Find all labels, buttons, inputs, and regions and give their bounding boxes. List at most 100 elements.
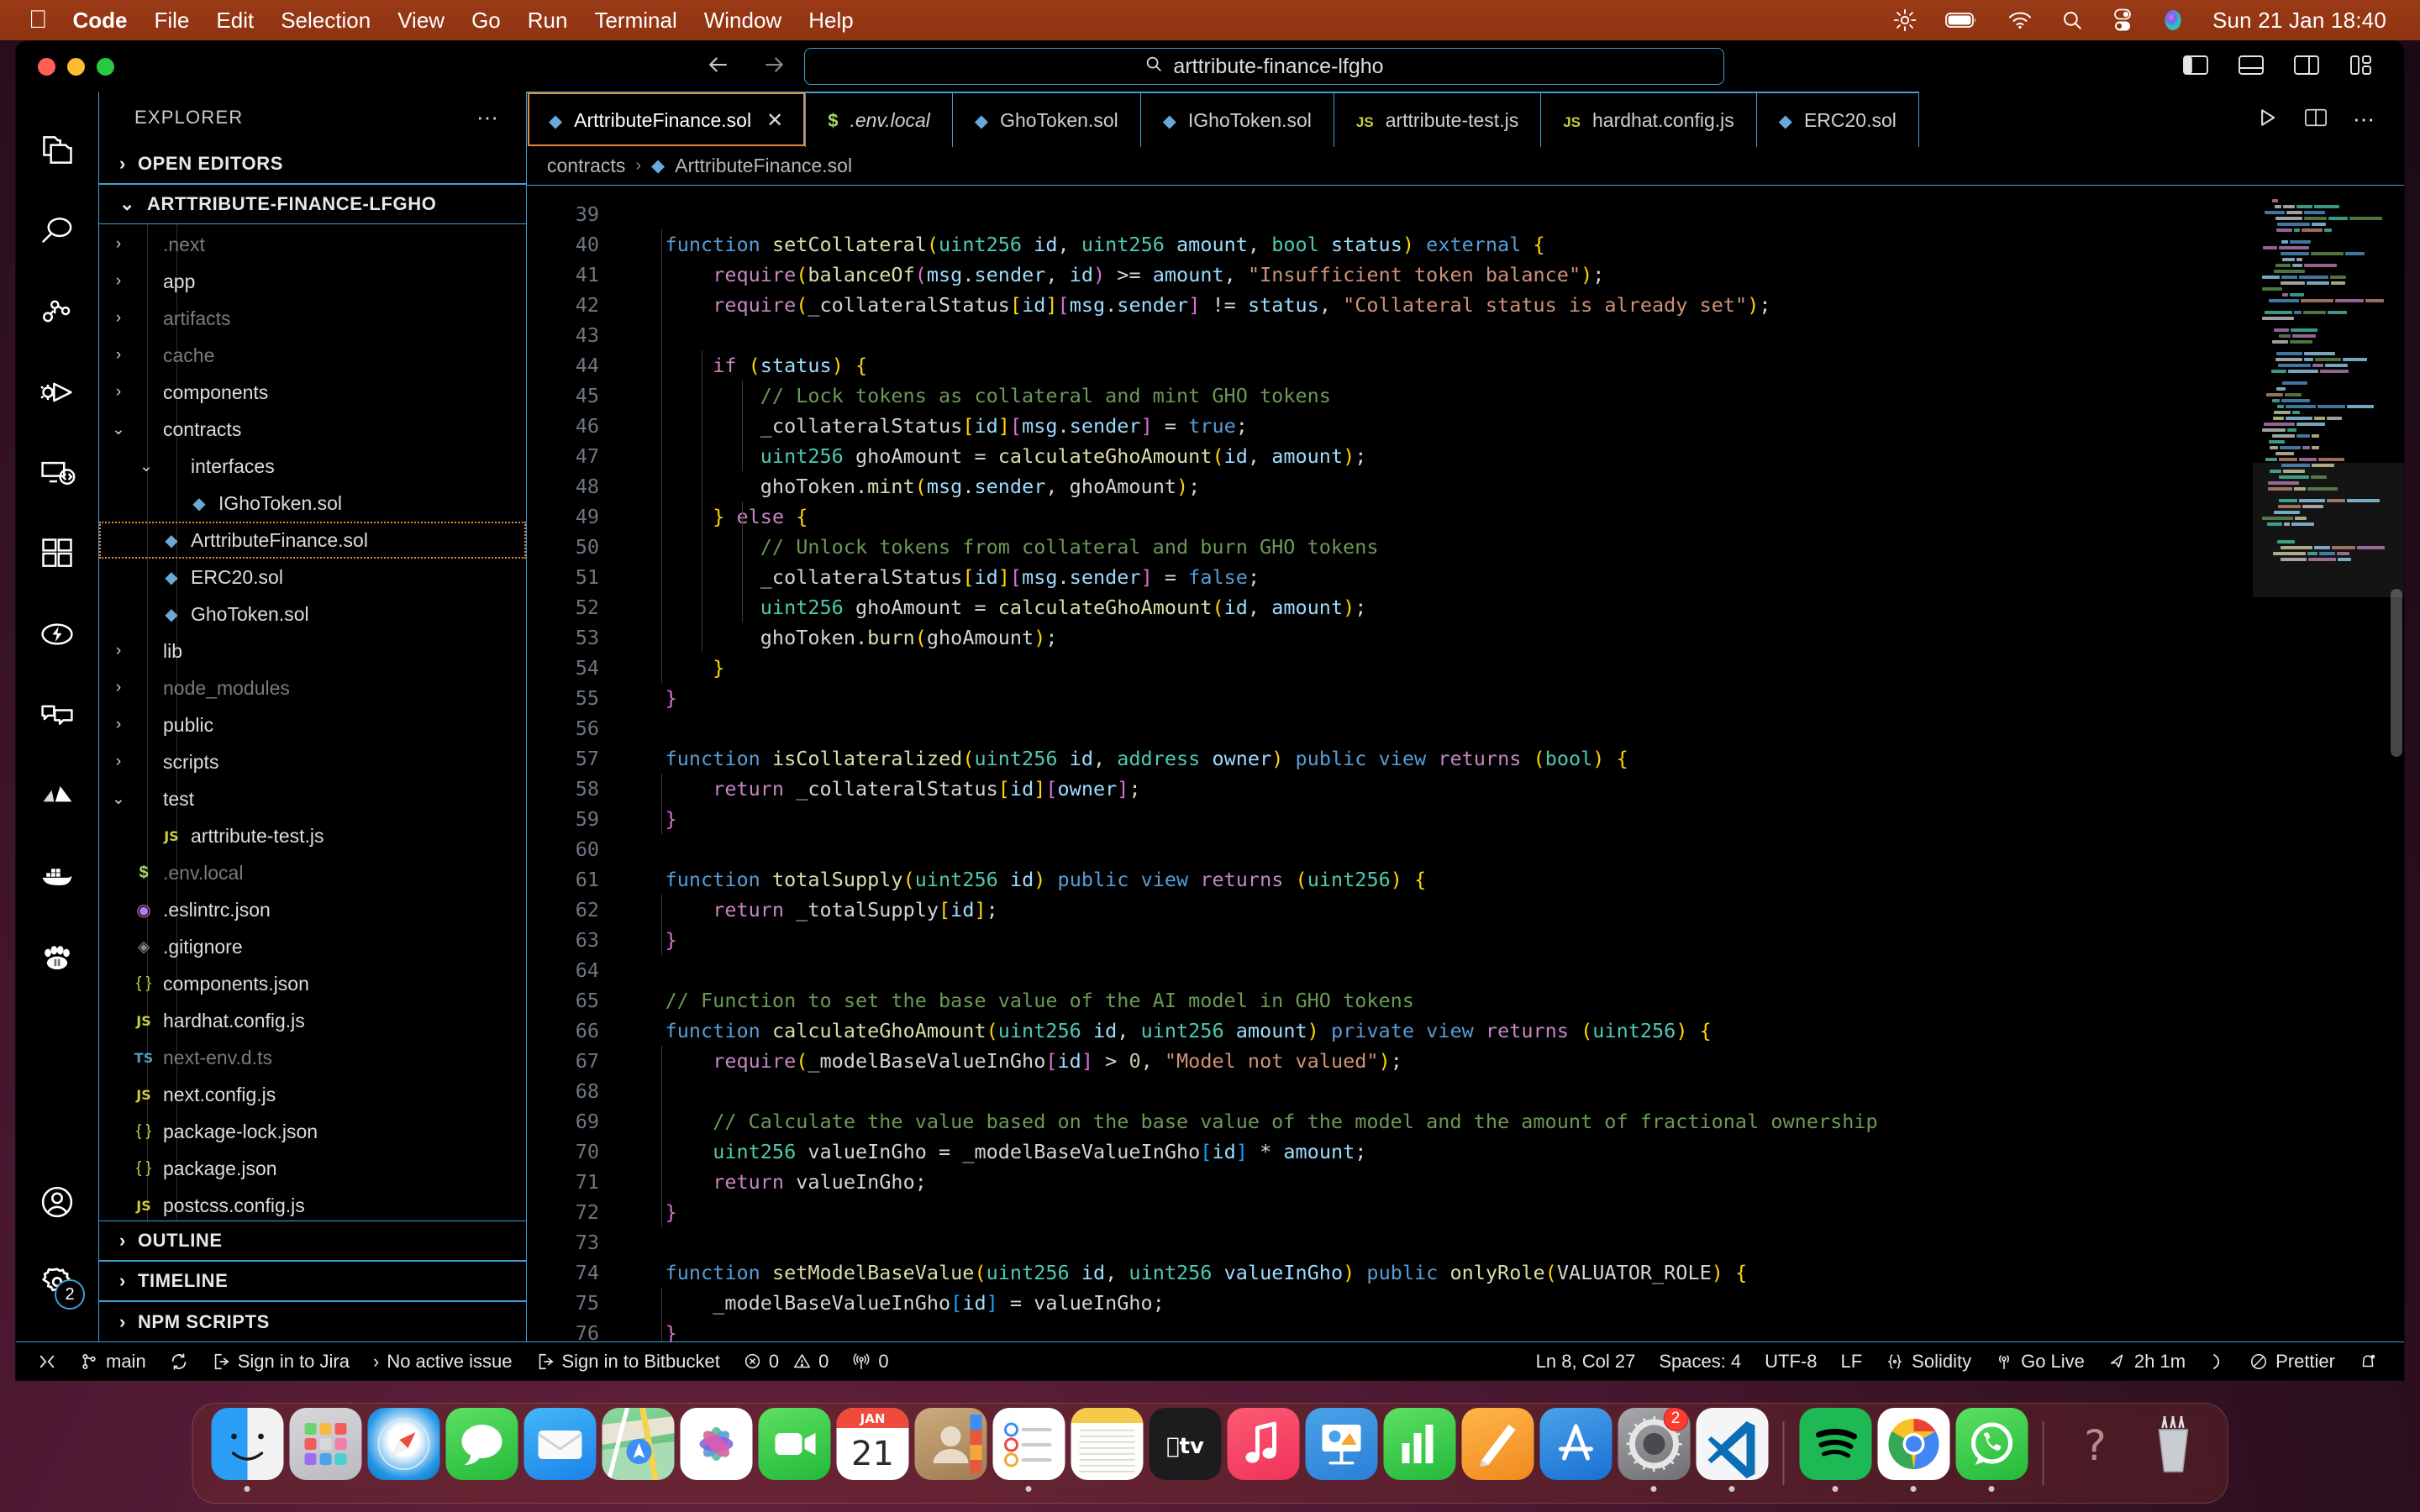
dock-item-safari[interactable]: [365, 1408, 443, 1499]
wifi-icon[interactable]: [2007, 10, 2033, 30]
code-line[interactable]: 56: [527, 713, 2253, 743]
code-line[interactable]: 53 ghoToken.burn(ghoAmount);: [527, 622, 2253, 653]
section-open-editors[interactable]: › OPEN EDITORS: [99, 144, 526, 184]
tree-file-erc20-sol[interactable]: ◆ ERC20.sol: [99, 559, 526, 596]
menu-item-file[interactable]: File: [155, 8, 190, 34]
dock-item-chrome[interactable]: [1875, 1408, 1953, 1499]
breadcrumb-file[interactable]: ArttributeFinance.sol: [675, 155, 852, 177]
section-timeline[interactable]: › TIMELINE: [99, 1261, 526, 1301]
editor-tab-hardhat-config-js[interactable]: JS hardhat.config.js: [1541, 92, 1757, 147]
settings-gear-icon[interactable]: 2: [16, 1242, 98, 1323]
maximize-button[interactable]: [97, 57, 114, 76]
battery-icon[interactable]: [1945, 11, 1979, 29]
status-eol[interactable]: LF: [1828, 1351, 1874, 1373]
menu-item-selection[interactable]: Selection: [281, 8, 371, 34]
code-line[interactable]: 63 }: [527, 925, 2253, 955]
calendar-icon[interactable]: JAN 21: [836, 1408, 908, 1480]
tree-file-package-lock-json[interactable]: { } package-lock.json: [99, 1113, 526, 1150]
dock-item-photos[interactable]: [677, 1408, 755, 1499]
window-controls[interactable]: [38, 57, 114, 76]
vscode-icon[interactable]: [1696, 1408, 1768, 1480]
dock-item-unknown-app[interactable]: ?: [2056, 1408, 2134, 1499]
trash-icon[interactable]: [2137, 1408, 2209, 1480]
menu-item-code[interactable]: Code: [73, 8, 128, 34]
status-language-mode[interactable]: Solidity: [1874, 1351, 1983, 1373]
close-button[interactable]: [38, 57, 55, 76]
tree-folder-node-modules[interactable]: › node_modules: [99, 669, 526, 706]
search-icon[interactable]: [2061, 9, 2083, 31]
pages-icon[interactable]: [1461, 1408, 1534, 1480]
code-line[interactable]: 44 if (status) {: [527, 350, 2253, 381]
file-tree[interactable]: › .next › app › artifacts › cache › components ⌄ co…: [99, 224, 526, 1221]
dock-item-finder[interactable]: [208, 1408, 287, 1499]
menu-item-view[interactable]: View: [397, 8, 445, 34]
tree-folder-components[interactable]: › components: [99, 374, 526, 411]
sidebar-item-vercel[interactable]: [16, 755, 98, 836]
tree-file-postcss-config-js[interactable]: JS postcss.config.js: [99, 1187, 526, 1221]
dock-item-facetime[interactable]: [755, 1408, 834, 1499]
command-center[interactable]: arttribute-finance-lfgho: [804, 48, 1724, 85]
status-jira[interactable]: Sign in to Jira: [200, 1351, 361, 1373]
code-line[interactable]: 45 // Lock tokens as collateral and mint…: [527, 381, 2253, 411]
sidebar-item-explorer[interactable]: [16, 110, 98, 191]
appstore-icon[interactable]: [1539, 1408, 1612, 1480]
run-icon[interactable]: [2255, 106, 2279, 134]
status-problems[interactable]: 0 0: [732, 1351, 841, 1373]
tree-file-arttributefinance-sol[interactable]: ◆ ArttributeFinance.sol: [99, 522, 526, 559]
dock-item-contacts[interactable]: [912, 1408, 990, 1499]
code-line[interactable]: 67 require(_modelBaseValueInGho[id] > 0,…: [527, 1046, 2253, 1076]
tree-folder-interfaces[interactable]: ⌄ interfaces: [99, 448, 526, 485]
code-line[interactable]: 75 _modelBaseValueInGho[id] = valueInGho…: [527, 1288, 2253, 1318]
tree-file-package-json[interactable]: { } package.json: [99, 1150, 526, 1187]
chrome-icon[interactable]: [1877, 1408, 1949, 1480]
status-prettier[interactable]: Prettier: [2238, 1351, 2347, 1373]
sidebar-item-remote-explorer[interactable]: [16, 433, 98, 513]
breadcrumb-folder[interactable]: contracts: [547, 155, 625, 177]
menu-item-terminal[interactable]: Terminal: [594, 8, 676, 34]
dock-item-vscode[interactable]: [1693, 1408, 1771, 1499]
contacts-icon[interactable]: [914, 1408, 986, 1480]
editor-tab-ighotoken-sol[interactable]: ◆ IGhoToken.sol: [1140, 92, 1334, 147]
status-go-live[interactable]: Go Live: [1983, 1351, 2096, 1373]
code-line[interactable]: 69 // Calculate the value based on the b…: [527, 1106, 2253, 1137]
section-outline[interactable]: › OUTLINE: [99, 1221, 526, 1261]
status-active-issue[interactable]: › No active issue: [361, 1351, 524, 1373]
numbers-icon[interactable]: [1383, 1408, 1455, 1480]
menu-item-window[interactable]: Window: [704, 8, 781, 34]
messages-icon[interactable]: [445, 1408, 518, 1480]
dock-item-messages[interactable]: [443, 1408, 521, 1499]
accounts-icon[interactable]: [16, 1162, 98, 1242]
sidebar-item-paw[interactable]: [16, 916, 98, 997]
tree-folder-app[interactable]: › app: [99, 263, 526, 300]
dock-item-spotify[interactable]: [1797, 1408, 1875, 1499]
code-line[interactable]: 51 _collateralStatus[id][msg.sender] = f…: [527, 562, 2253, 592]
dock-item-mail[interactable]: [521, 1408, 599, 1499]
section-project-root[interactable]: ⌄ ARTTRIBUTE-FINANCE-LFGHO: [99, 184, 526, 224]
music-icon[interactable]: [1227, 1408, 1299, 1480]
status-bitbucket[interactable]: Sign in to Bitbucket: [524, 1351, 732, 1373]
tree-file--gitignore[interactable]: ◈ .gitignore: [99, 928, 526, 965]
code-line[interactable]: 48 ghoToken.mint(msg.sender, ghoAmount);: [527, 471, 2253, 501]
dock-item-calendar[interactable]: JAN 21: [834, 1408, 912, 1499]
tree-file-components-json[interactable]: { } components.json: [99, 965, 526, 1002]
launchpad-icon[interactable]: [289, 1408, 361, 1480]
editor-tab-arttribute-test-js[interactable]: JS arttribute-test.js: [1334, 92, 1542, 147]
sidebar-item-thunder-client[interactable]: [16, 594, 98, 675]
tree-folder-lib[interactable]: › lib: [99, 633, 526, 669]
mail-icon[interactable]: [523, 1408, 596, 1480]
status-indentation[interactable]: Spaces: 4: [1647, 1351, 1753, 1373]
code-line[interactable]: 54 }: [527, 653, 2253, 683]
maps-icon[interactable]: [602, 1408, 674, 1480]
sidebar-item-extensions[interactable]: [16, 513, 98, 594]
code-line[interactable]: 46 _collateralStatus[id][msg.sender] = t…: [527, 411, 2253, 441]
dock-item-appletv[interactable]: tv: [1146, 1408, 1224, 1499]
arrow-right-icon[interactable]: [762, 52, 787, 81]
tree-file-next-env-d-ts[interactable]: TS next-env.d.ts: [99, 1039, 526, 1076]
tree-file-next-config-js[interactable]: JS next.config.js: [99, 1076, 526, 1113]
tree-file-ghotoken-sol[interactable]: ◆ GhoToken.sol: [99, 596, 526, 633]
status-notifications[interactable]: [2347, 1352, 2389, 1372]
code-line[interactable]: 59 }: [527, 804, 2253, 834]
tree-file-hardhat-config-js[interactable]: JS hardhat.config.js: [99, 1002, 526, 1039]
menubar-clock[interactable]: Sun 21 Jan 18:40: [2212, 8, 2386, 34]
photos-icon[interactable]: [680, 1408, 752, 1480]
